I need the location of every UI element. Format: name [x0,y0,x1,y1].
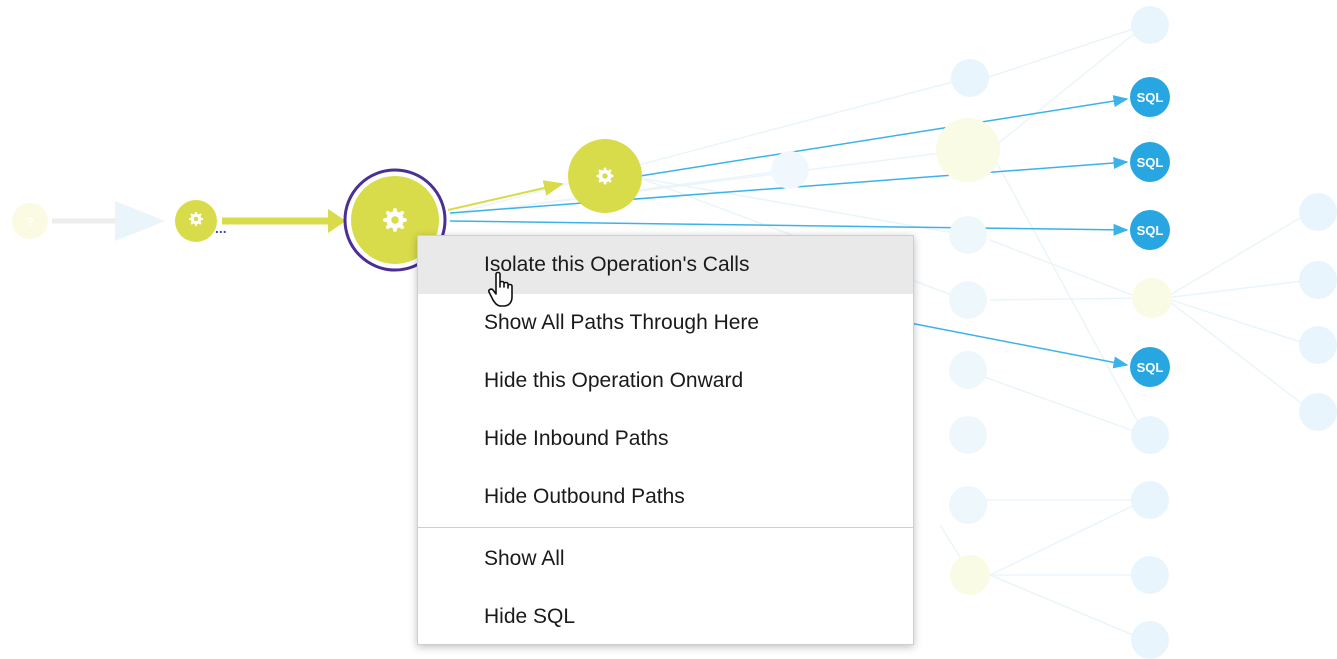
sql-node[interactable]: SQL [1130,142,1170,182]
sql-node-label: SQL [1137,155,1164,170]
inbound-arrow [328,209,346,233]
sql-node[interactable]: SQL [1130,77,1170,117]
menu-item-hide-inbound[interactable]: Hide Inbound Paths [418,410,913,468]
menu-divider [418,527,913,528]
menu-item-show-all-paths[interactable]: Show All Paths Through Here [418,294,913,352]
context-menu: Isolate this Operation's Calls Show All … [417,235,914,645]
sql-node-label: SQL [1137,360,1164,375]
sql-node-label: SQL [1137,90,1164,105]
sql-node[interactable]: SQL [1130,347,1170,387]
operation-node-small[interactable]: ... [175,200,227,242]
menu-item-isolate-calls[interactable]: Isolate this Operation's Calls [418,236,913,294]
operation-node[interactable] [568,139,642,213]
menu-item-show-all[interactable]: Show All [418,530,913,588]
menu-item-hide-outbound[interactable]: Hide Outbound Paths [418,468,913,526]
unknown-node-label: ? [26,215,33,229]
collapsed-ellipsis[interactable]: ... [215,220,227,236]
menu-item-hide-operation-onward[interactable]: Hide this Operation Onward [418,352,913,410]
sql-node[interactable]: SQL [1130,210,1170,250]
sql-node-label: SQL [1137,223,1164,238]
menu-item-hide-sql[interactable]: Hide SQL [418,588,913,646]
